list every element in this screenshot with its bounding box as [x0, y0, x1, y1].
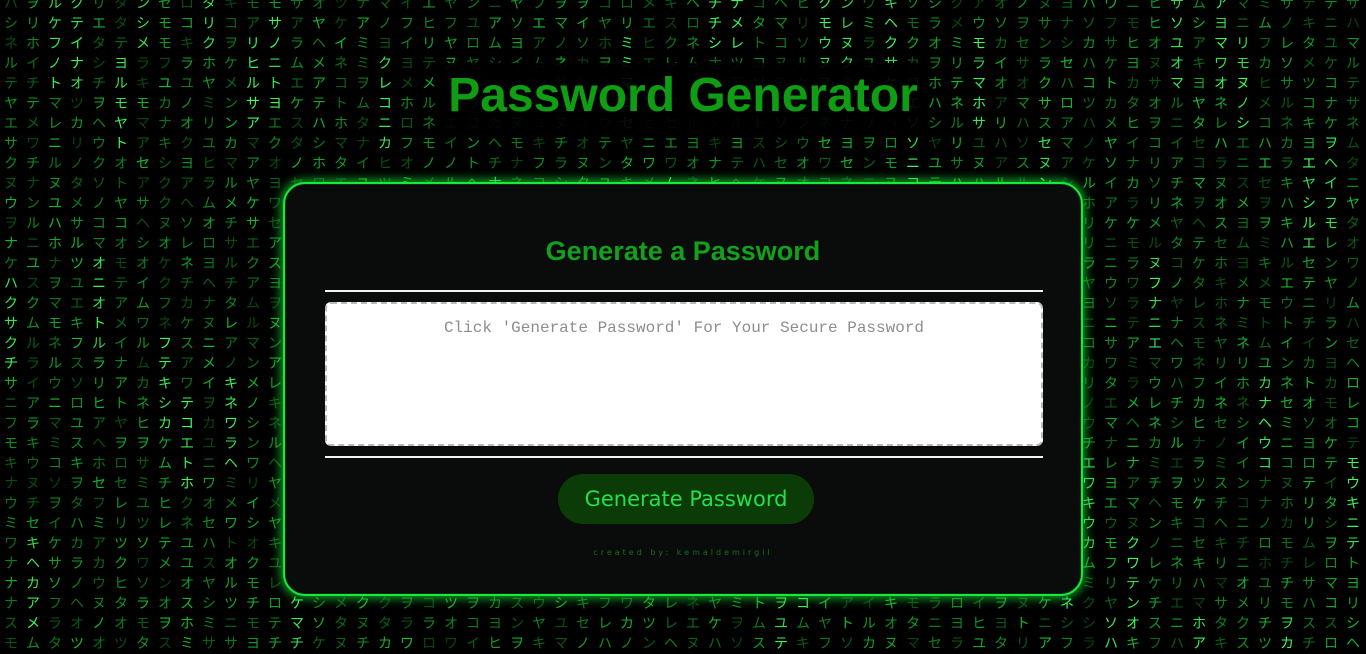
- password-output[interactable]: [325, 302, 1043, 446]
- credit-text: created by: kemaldemirgil: [593, 548, 773, 557]
- card-heading: Generate a Password: [545, 236, 821, 266]
- generator-card: Generate a Password Generate Password cr…: [283, 182, 1083, 596]
- page-title: Password Generator: [448, 69, 918, 122]
- generate-password-button[interactable]: Generate Password: [558, 474, 814, 524]
- bottom-divider: [325, 456, 1043, 458]
- top-divider: [325, 290, 1043, 292]
